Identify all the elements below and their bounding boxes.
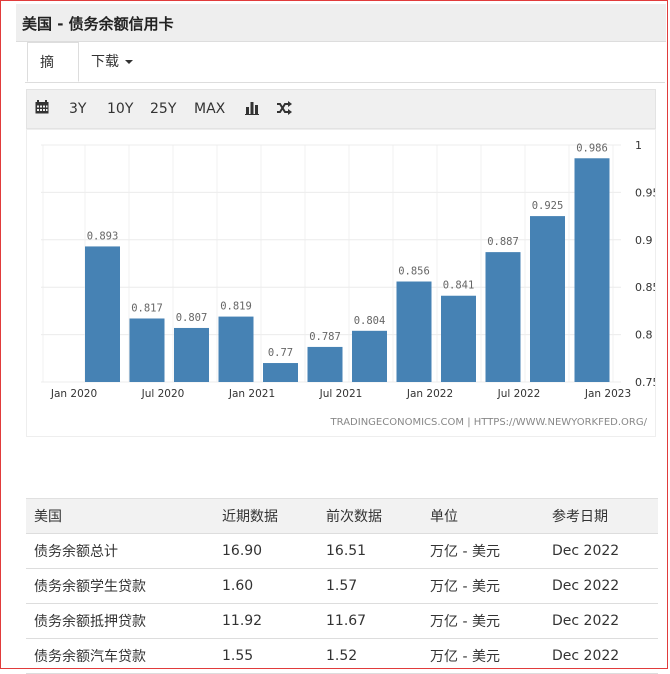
- tab-download[interactable]: 下载: [79, 42, 149, 82]
- table-row[interactable]: 债务余额抵押贷款 11.92 11.67 万亿 - 美元 Dec 2022: [26, 603, 658, 639]
- table-row[interactable]: 债务余额总计 16.90 16.51 万亿 - 美元 Dec 2022: [26, 533, 658, 569]
- range-25y-button[interactable]: 25Y: [150, 101, 176, 117]
- x-tick-label: Jan 2020: [50, 388, 97, 400]
- latest-value: 11.92: [214, 603, 318, 639]
- bar: [129, 318, 165, 382]
- bar: [485, 252, 521, 382]
- previous-value: 11.67: [318, 603, 422, 639]
- bar: [574, 158, 610, 382]
- data-label: 0.925: [532, 200, 564, 212]
- x-tick-label: Jan 2022: [406, 388, 453, 400]
- bar-chart-icon[interactable]: [245, 101, 259, 119]
- tab-summary[interactable]: 摘要: [27, 42, 79, 111]
- table-header-row: 美国 近期数据 前次数据 单位 参考日期: [26, 498, 658, 534]
- latest-value: 1.60: [214, 568, 318, 604]
- bar: [218, 316, 254, 382]
- y-tick-label: 0.95: [635, 186, 655, 199]
- caret-down-icon: [125, 60, 133, 64]
- col-header-previous: 前次数据: [318, 498, 422, 534]
- y-tick-label: 1: [635, 139, 642, 152]
- previous-value: 1.57: [318, 568, 422, 604]
- calendar-icon[interactable]: [35, 100, 49, 118]
- latest-value: 1.55: [214, 638, 318, 674]
- col-header-latest: 近期数据: [214, 498, 318, 534]
- indicator-name-link[interactable]: 债务余额总计: [26, 533, 214, 569]
- indicator-table: 美国 近期数据 前次数据 单位 参考日期 债务余额总计 16.90 16.51 …: [26, 498, 658, 674]
- range-max-button[interactable]: MAX: [194, 101, 225, 117]
- x-tick-label: Jul 2022: [497, 388, 541, 400]
- chart-container: 0.75 0.8 0.85 0.9 0.95 1 0.893 0.817 0.807 0.819 0…: [26, 129, 656, 437]
- page-title: 美国 - 债务余额信用卡: [22, 15, 174, 33]
- reference-date: Dec 2022: [544, 568, 658, 604]
- range-3y-button[interactable]: 3Y: [69, 101, 86, 117]
- data-label: 0.887: [487, 236, 519, 248]
- data-label: 0.804: [354, 315, 386, 327]
- shuffle-icon[interactable]: [276, 101, 292, 119]
- previous-value: 16.51: [318, 533, 422, 569]
- bar: [396, 281, 432, 382]
- data-label: 0.787: [309, 331, 341, 343]
- bar-chart: 0.75 0.8 0.85 0.9 0.95 1 0.893 0.817 0.807 0.819 0…: [41, 139, 655, 428]
- unit: 万亿 - 美元: [422, 603, 544, 639]
- data-label: 0.77: [268, 347, 293, 359]
- reference-date: Dec 2022: [544, 533, 658, 569]
- bar: [441, 295, 476, 382]
- data-label: 0.893: [87, 230, 119, 242]
- y-tick-label: 0.8: [635, 329, 653, 342]
- table-row[interactable]: 债务余额汽车贷款 1.55 1.52 万亿 - 美元 Dec 2022: [26, 638, 658, 674]
- y-tick-label: 0.85: [635, 281, 655, 294]
- col-header-unit: 单位: [422, 498, 544, 534]
- indicator-name-link[interactable]: 债务余额学生贷款: [26, 568, 214, 604]
- panel-header: 美国 - 债务余额信用卡: [16, 4, 666, 42]
- reference-date: Dec 2022: [544, 603, 658, 639]
- x-tick-label: Jul 2020: [141, 388, 185, 400]
- table-row[interactable]: 债务余额学生贷款 1.60 1.57 万亿 - 美元 Dec 2022: [26, 568, 658, 604]
- col-header-country: 美国: [26, 498, 214, 534]
- data-label: 0.817: [131, 302, 163, 314]
- x-tick-label: Jan 2023: [584, 388, 631, 400]
- source-note: TRADINGECONOMICS.COM | HTTPS://WWW.NEWYO…: [330, 417, 648, 428]
- unit: 万亿 - 美元: [422, 568, 544, 604]
- x-tick-label: Jul 2021: [319, 388, 363, 400]
- previous-value: 1.52: [318, 638, 422, 674]
- tab-bar: 摘要 下载: [25, 42, 665, 111]
- data-label: 0.841: [443, 280, 475, 292]
- bar: [85, 246, 120, 382]
- y-tick-label: 0.75: [635, 376, 655, 389]
- tab-download-label: 下载: [91, 54, 119, 70]
- y-tick-label: 0.9: [635, 234, 653, 247]
- indicator-name-link[interactable]: 债务余额抵押贷款: [26, 603, 214, 639]
- data-label: 0.807: [176, 312, 208, 324]
- unit: 万亿 - 美元: [422, 638, 544, 674]
- data-label: 0.986: [576, 142, 608, 154]
- data-label: 0.856: [398, 266, 430, 278]
- bar: [174, 327, 209, 382]
- range-10y-button[interactable]: 10Y: [107, 101, 133, 117]
- bar: [352, 330, 387, 382]
- reference-date: Dec 2022: [544, 638, 658, 674]
- unit: 万亿 - 美元: [422, 533, 544, 569]
- bar: [530, 216, 565, 382]
- bar: [307, 346, 343, 382]
- x-tick-label: Jan 2021: [228, 388, 275, 400]
- latest-value: 16.90: [214, 533, 318, 569]
- bar: [263, 363, 298, 382]
- data-label: 0.819: [220, 301, 252, 313]
- col-header-reference: 参考日期: [544, 498, 658, 534]
- chart-toolbar: 3Y 10Y 25Y MAX: [26, 89, 656, 129]
- indicator-name-link[interactable]: 债务余额汽车贷款: [26, 638, 214, 674]
